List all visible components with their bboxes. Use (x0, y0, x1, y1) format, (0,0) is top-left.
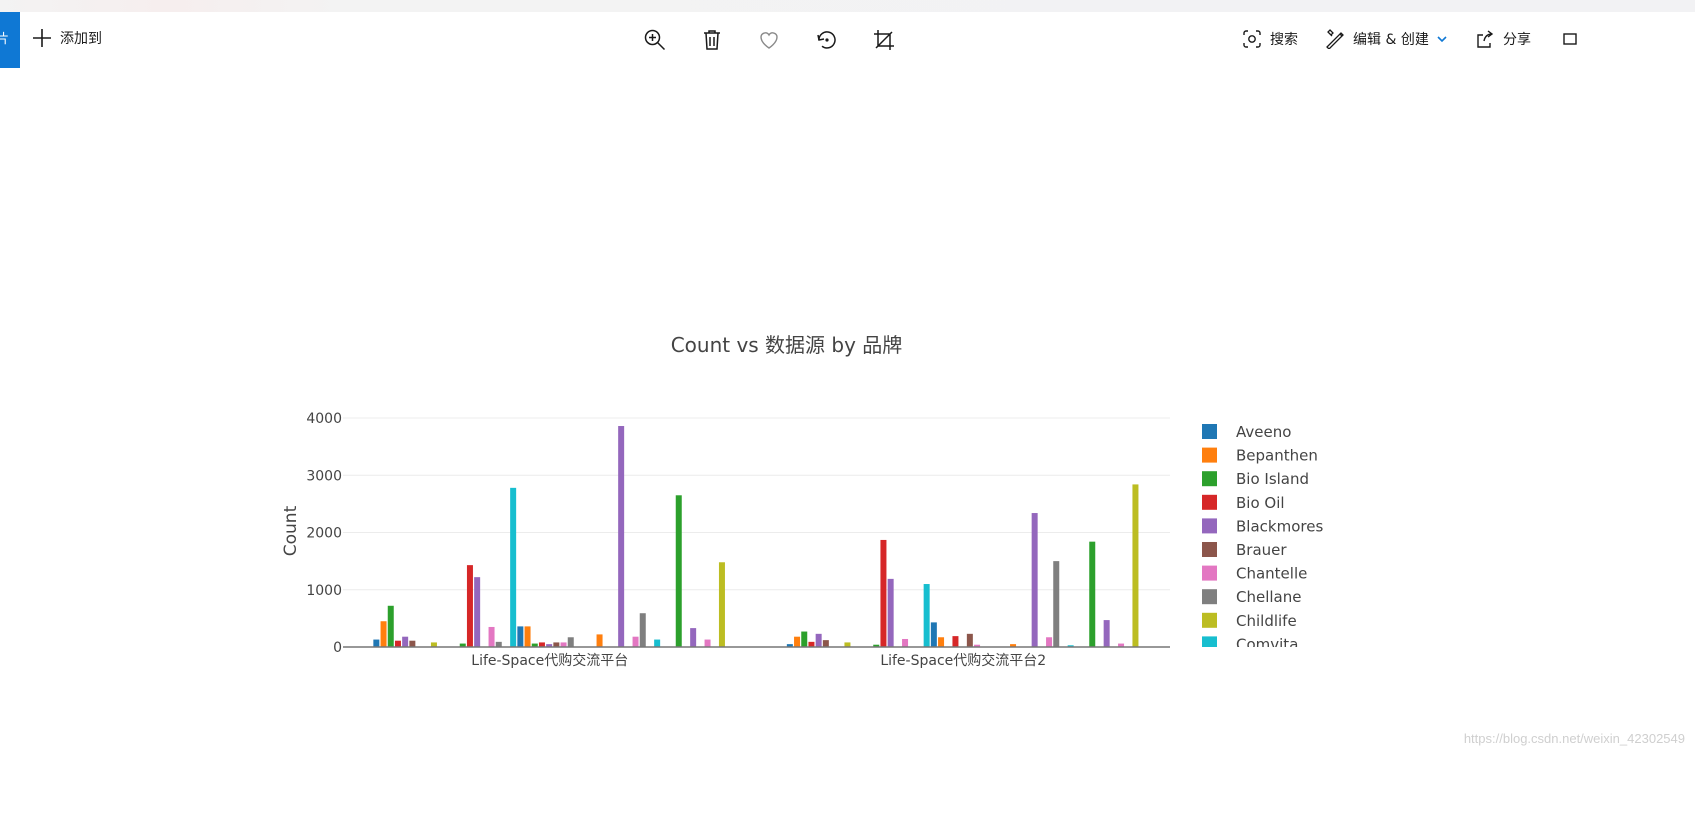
legend-label[interactable]: Blackmores (1236, 517, 1323, 535)
y-tick-label: 2000 (306, 526, 342, 542)
y-tick-label: 0 (333, 640, 342, 656)
bar (1103, 620, 1110, 647)
x-tick-label: Life-Space代购交流平台 (471, 652, 628, 669)
bar (794, 636, 801, 647)
bar (930, 622, 937, 647)
legend-swatch[interactable] (1202, 589, 1217, 605)
bar (966, 633, 973, 647)
legend-swatch[interactable] (1202, 447, 1217, 463)
legend-label[interactable]: Chantelle (1236, 565, 1307, 583)
legend-label[interactable]: Childlife (1236, 612, 1297, 630)
legend-label[interactable]: Bio Island (1236, 470, 1309, 488)
legend: Aveeno Bepanthen Bio Island Bio Oil Blackmor… (1202, 423, 1323, 653)
bar (510, 487, 517, 647)
legend-swatch[interactable] (1202, 542, 1217, 557)
bar (380, 621, 387, 647)
legend-label[interactable]: Chellane (1236, 588, 1301, 606)
bar (1031, 513, 1038, 647)
bar (902, 638, 909, 647)
bar (704, 639, 711, 647)
bar (632, 636, 639, 647)
y-tick-label: 4000 (306, 411, 342, 427)
legend-label[interactable]: Comvita (1236, 635, 1298, 653)
bar (495, 641, 502, 647)
bar (718, 562, 725, 647)
bar (808, 641, 815, 647)
bar (952, 636, 959, 647)
bar (474, 577, 481, 647)
legend-swatch[interactable] (1202, 424, 1217, 439)
bar (923, 584, 930, 647)
bar (880, 539, 887, 647)
bar (1046, 637, 1053, 647)
bar (567, 637, 574, 647)
bar (1132, 484, 1139, 647)
bar (639, 613, 646, 647)
bar (618, 426, 625, 647)
bar (801, 631, 808, 647)
legend-label[interactable]: Bio Oil (1236, 494, 1285, 512)
y-axis-title: Count (281, 505, 301, 556)
legend-label[interactable]: Aveeno (1236, 423, 1291, 441)
legend-swatch[interactable] (1202, 494, 1217, 510)
bar (690, 628, 697, 647)
y-tick-label: 3000 (306, 468, 342, 484)
bar (394, 640, 401, 647)
bar (822, 640, 829, 647)
legend-label[interactable]: Bepanthen (1236, 447, 1318, 465)
bar (1053, 561, 1060, 647)
legend-swatch[interactable] (1202, 636, 1217, 651)
legend-swatch[interactable] (1202, 565, 1217, 581)
legend-swatch[interactable] (1202, 518, 1217, 534)
bar (409, 640, 416, 647)
watermark-text: https://blog.csdn.net/weixin_42302549 (1463, 731, 1685, 746)
bar (524, 626, 531, 647)
bar (402, 636, 409, 647)
bar (466, 565, 473, 647)
legend-swatch[interactable] (1202, 612, 1217, 628)
bar (387, 605, 394, 647)
legend-label[interactable]: Brauer (1236, 541, 1287, 559)
bar (517, 626, 524, 647)
bar (654, 639, 661, 647)
bar (596, 634, 603, 647)
bar (373, 639, 380, 647)
x-tick-label: Life-Space代购交流平台2 (880, 652, 1046, 669)
chart-title: Count vs 数据源 by 品牌 (671, 333, 903, 357)
bar (887, 578, 894, 647)
bar (815, 633, 822, 647)
bar (675, 495, 682, 647)
bar (938, 637, 945, 647)
bar (1089, 541, 1096, 647)
bar-chart: Count vs 数据源 by 品牌 0 1000 2000 3000 4000 Count… (281, 333, 1323, 669)
y-tick-label: 1000 (306, 583, 342, 599)
legend-swatch[interactable] (1202, 471, 1217, 487)
bar (488, 626, 495, 647)
